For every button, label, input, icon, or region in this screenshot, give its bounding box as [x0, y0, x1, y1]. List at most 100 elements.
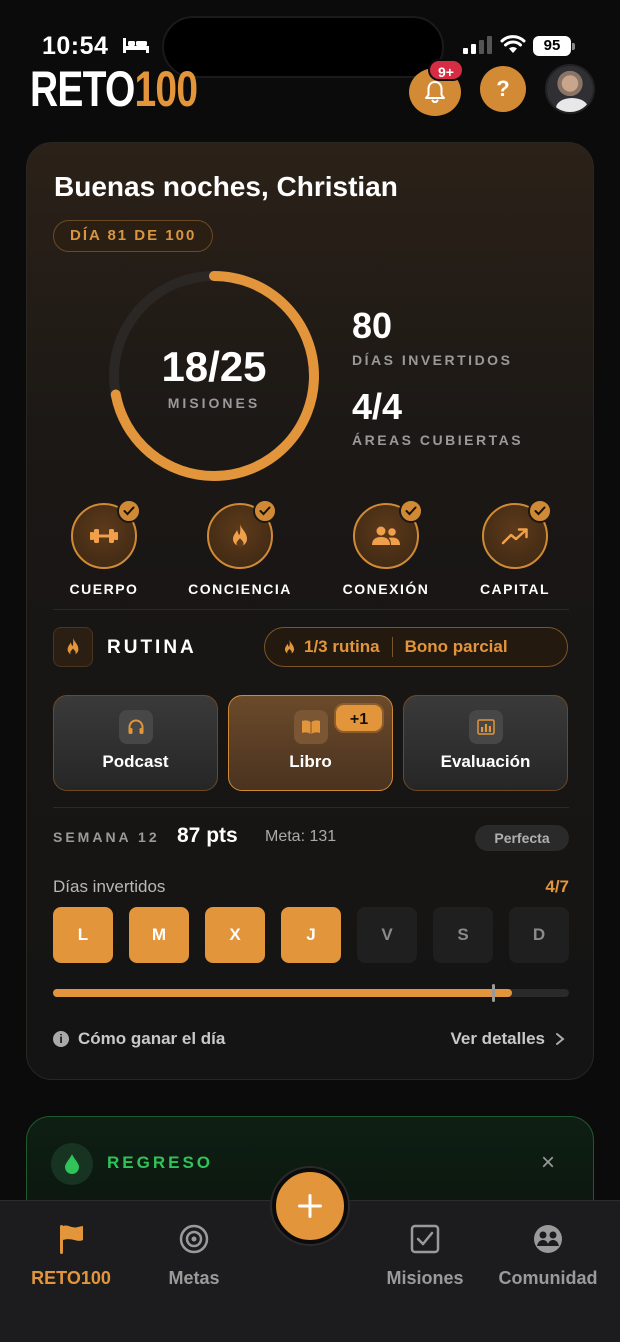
info-icon: i [53, 1031, 69, 1047]
area-cuerpo-circle [71, 499, 141, 569]
flame-icon [233, 524, 247, 547]
people-icon [372, 526, 400, 545]
area-capital-circle [482, 499, 552, 569]
button-label: Podcast [102, 752, 169, 771]
flame-icon [67, 637, 79, 656]
target-icon [179, 1224, 209, 1254]
bell-icon [425, 81, 445, 103]
rutina-podcast-button[interactable]: Podcast [53, 695, 218, 791]
book-icon [293, 710, 328, 744]
how-to-win-link[interactable]: i Cómo ganar el día [53, 1029, 225, 1049]
button-label: Evaluación [440, 752, 531, 771]
flag-icon [60, 1225, 83, 1254]
dumbbell-icon [90, 529, 118, 543]
day-pill: DÍA 81 DE 100 [53, 220, 214, 252]
drop-icon [65, 1154, 79, 1174]
day-sunday[interactable]: D [509, 907, 569, 963]
tab-label: RETO100 [31, 1268, 111, 1288]
status-bar: 10:54 95 [0, 0, 620, 78]
tab-label: Metas [168, 1268, 220, 1288]
day-thursday[interactable]: J [281, 907, 341, 963]
help-button[interactable]: ? [480, 66, 526, 112]
day-wednesday[interactable]: X [205, 907, 265, 963]
areas-covered-value: 4/4 [352, 386, 403, 427]
notification-badge: 9+ [428, 59, 464, 81]
tab-comunidad[interactable]: Comunidad [494, 1223, 602, 1289]
plus-icon [298, 1194, 322, 1218]
areas-covered-label: ÁREAS CUBIERTAS [352, 432, 524, 448]
check-icon [117, 499, 141, 523]
help-icon: ? [496, 76, 510, 101]
add-button[interactable] [272, 1168, 348, 1244]
logo-text: RETO [30, 61, 135, 117]
week-goal: Meta: 131 [265, 828, 337, 845]
flame-icon [284, 639, 295, 655]
week-points: 87 pts [177, 824, 238, 847]
how-to-win-label: Cómo ganar el día [78, 1029, 226, 1048]
week-label: SEMANA 12 [53, 829, 160, 845]
regreso-icon [51, 1143, 93, 1185]
area-conciencia-circle [207, 499, 277, 569]
area-conexion-circle [353, 499, 423, 569]
divider [53, 807, 569, 808]
rutina-title: RUTINA [107, 637, 197, 658]
week-points-progress [53, 984, 569, 1002]
greeting: Buenas noches, Christian [54, 171, 398, 202]
area-conexion[interactable]: CONEXIÓN [321, 499, 451, 597]
week-points-progress-fill [53, 989, 513, 997]
community-icon [534, 1225, 562, 1253]
wifi-icon [500, 35, 526, 53]
regreso-title: REGRESO [107, 1153, 214, 1172]
dynamic-island [162, 16, 444, 78]
area-capital[interactable]: CAPITAL [450, 499, 580, 597]
day-tuesday[interactable]: M [129, 907, 189, 963]
day-friday[interactable]: V [357, 907, 417, 963]
checkbox-icon [410, 1224, 440, 1254]
check-icon [528, 499, 552, 523]
tab-label: Misiones [386, 1268, 464, 1288]
check-icon [253, 499, 277, 523]
view-details-label: Ver detalles [450, 1029, 545, 1048]
avatar[interactable] [545, 64, 595, 114]
bar-chart-icon [468, 710, 503, 744]
goal-marker [492, 984, 495, 1002]
day-saturday[interactable]: S [433, 907, 493, 963]
battery-indicator: 95 [533, 36, 575, 56]
button-label: Libro [289, 752, 332, 771]
check-icon [399, 499, 423, 523]
rutina-icon-box [53, 627, 93, 667]
day-monday[interactable]: L [53, 907, 113, 963]
days-invested-value: 80 [352, 305, 393, 346]
daily-progress-card: Buenas noches, Christian DÍA 81 DE 100 1… [26, 142, 594, 1080]
separator [391, 637, 393, 657]
missions-count: 18/25 [161, 343, 267, 390]
area-label: CONEXIÓN [342, 581, 430, 597]
area-conciencia[interactable]: CONCIENCIA [175, 499, 305, 597]
rutina-evaluacion-button[interactable]: Evaluación [403, 695, 568, 791]
rutina-bonus: Bono parcial [404, 637, 508, 656]
view-details-link[interactable]: Ver detalles [450, 1029, 565, 1049]
tab-metas[interactable]: Metas [160, 1223, 228, 1289]
tab-reto100[interactable]: RETO100 [22, 1223, 120, 1289]
rutina-status-pill: 1/3 rutina Bono parcial [264, 627, 568, 667]
close-icon[interactable]: × [541, 1149, 555, 1177]
bed-icon [123, 38, 149, 53]
bonus-badge: +1 [334, 703, 384, 733]
app-logo: RETO100 [30, 64, 198, 114]
area-label: CONCIENCIA [188, 581, 292, 597]
area-label: CAPITAL [479, 581, 551, 597]
logo-number: 100 [134, 61, 199, 117]
clock: 10:54 [42, 32, 109, 60]
headphones-icon [118, 710, 153, 744]
rutina-progress: 1/3 rutina [304, 637, 380, 656]
trending-up-icon [501, 528, 528, 545]
days-invested-count: 4/7 [545, 877, 569, 896]
divider [53, 609, 569, 610]
tab-label: Comunidad [498, 1268, 598, 1288]
chevron-right-icon [556, 1033, 565, 1045]
status-badge: Perfecta [475, 825, 569, 851]
missions-label: MISIONES [167, 395, 261, 411]
area-cuerpo[interactable]: CUERPO [39, 499, 169, 597]
cellular-signal-icon [463, 36, 492, 54]
tab-misiones[interactable]: Misiones [382, 1223, 468, 1289]
